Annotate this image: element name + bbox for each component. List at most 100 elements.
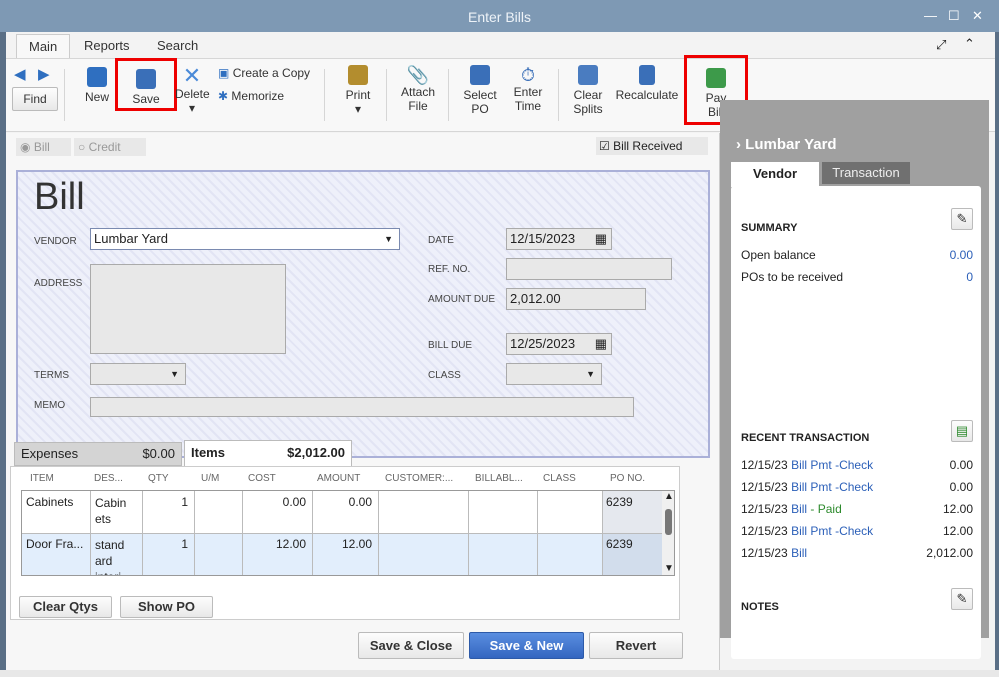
ref-no-field[interactable] <box>506 258 672 280</box>
attach-file-button[interactable]: 📎 Attach File <box>396 65 440 113</box>
edit-icon[interactable]: ✎ <box>951 208 973 230</box>
column-header: U/M <box>201 473 220 484</box>
transaction-row[interactable]: 12/15/23 Bill 2,012.00 <box>741 542 973 564</box>
calendar-icon[interactable]: ▦ <box>595 334 607 354</box>
recalculate-button[interactable]: Recalculate <box>614 65 680 102</box>
title-bar: Enter Bills <box>0 0 999 32</box>
column-header: PO NO. <box>610 473 646 484</box>
tab-search[interactable]: Search <box>145 34 210 58</box>
tab-reports[interactable]: Reports <box>72 34 142 58</box>
column-header: COST <box>248 473 276 484</box>
delete-button[interactable]: ✕ Delete ▾ <box>175 63 210 116</box>
transaction-row[interactable]: 12/15/23 Bill - Paid 12.00 <box>741 498 973 520</box>
window-title: Enter Bills <box>467 9 532 25</box>
clear-splits-button[interactable]: Clear Splits <box>568 65 608 116</box>
maximize-button[interactable]: ☐ <box>948 8 960 24</box>
calculator-icon <box>639 65 655 85</box>
edit-notes-icon[interactable]: ✎ <box>951 588 973 610</box>
column-header: BILLABL... <box>475 473 523 484</box>
bill-due-label: BILL DUE <box>428 340 473 351</box>
collapse-ribbon-icon[interactable]: ⌃ <box>964 36 975 52</box>
open-balance-row: Open balance 0.00 <box>741 244 973 266</box>
bill-form: Bill VENDOR Lumbar Yard ▼ ADDRESS TERMS ▼… <box>16 170 710 458</box>
new-icon <box>87 67 107 87</box>
class-label: CLASS <box>428 370 461 381</box>
tab-items[interactable]: Items $2,012.00 <box>184 440 352 467</box>
class-dropdown[interactable]: ▼ <box>506 363 602 385</box>
tab-expenses[interactable]: Expenses $0.00 <box>14 442 182 466</box>
amount-due-label: AMOUNT DUE <box>428 294 496 305</box>
clear-splits-icon <box>578 65 598 85</box>
pos-link[interactable]: 0 <box>966 266 973 288</box>
calendar-icon[interactable]: ▦ <box>595 229 607 249</box>
memorize-button[interactable]: ✱ Memorize <box>218 89 284 103</box>
column-header: CLASS <box>543 473 576 484</box>
clear-qtys-button[interactable]: Clear Qtys <box>19 596 112 618</box>
recent-transaction-heading: RECENT TRANSACTION <box>741 432 870 444</box>
open-balance-link[interactable]: 0.00 <box>950 244 973 266</box>
date-field[interactable]: 12/15/2023 ▦ <box>506 228 612 250</box>
memo-label: MEMO <box>34 400 66 411</box>
memo-field[interactable] <box>90 397 634 417</box>
select-po-button[interactable]: Select PO <box>460 65 500 116</box>
ref-no-label: REF. NO. <box>428 264 471 275</box>
credit-radio[interactable]: ○ Credit <box>74 138 146 156</box>
memorize-icon: ✱ <box>218 89 229 103</box>
back-arrow-icon[interactable]: ◀ <box>14 65 26 83</box>
pay-bill-icon <box>706 68 726 88</box>
grid-scrollbar[interactable]: ▲ ▼ <box>662 491 674 575</box>
date-label: DATE <box>428 235 454 246</box>
enter-time-button[interactable]: ⏱ Enter Time <box>508 65 548 113</box>
column-header: AMOUNT <box>317 473 361 484</box>
sidebar-vendor-name[interactable]: › Lumbar Yard <box>736 136 837 153</box>
vendor-info-card: SUMMARY ✎ Open balance 0.00 POs to be rec… <box>731 186 981 659</box>
expand-icon[interactable]: ⤢ <box>936 37 946 53</box>
vendor-label: VENDOR <box>34 236 77 247</box>
tab-main[interactable]: Main <box>16 34 71 58</box>
tab-vendor[interactable]: Vendor <box>731 162 819 187</box>
find-button[interactable]: Find <box>12 87 58 111</box>
terms-dropdown[interactable]: ▼ <box>90 363 186 385</box>
pos-row: POs to be received 0 <box>741 266 973 288</box>
notes-heading: NOTES <box>741 601 779 613</box>
column-header: QTY <box>148 473 169 484</box>
bill-due-field[interactable]: 12/25/2023 ▦ <box>506 333 612 355</box>
create-copy-button[interactable]: ▣ Create a Copy <box>218 66 310 80</box>
transaction-row[interactable]: 12/15/23 Bill Pmt -Check 0.00 <box>741 454 973 476</box>
paperclip-icon: 📎 <box>406 65 430 85</box>
address-field[interactable] <box>90 264 286 354</box>
scrollbar-thumb[interactable] <box>665 509 672 535</box>
vendor-dropdown[interactable]: Lumbar Yard ▼ <box>90 228 400 250</box>
new-button[interactable]: New <box>82 67 112 104</box>
revert-button[interactable]: Revert <box>589 632 683 659</box>
save-new-button[interactable]: Save & New <box>469 632 584 659</box>
tab-transaction[interactable]: Transaction <box>822 162 910 184</box>
copy-icon: ▣ <box>218 66 230 80</box>
terms-label: TERMS <box>34 370 69 381</box>
print-button[interactable]: Print ▾ <box>340 65 376 116</box>
address-label: ADDRESS <box>34 278 83 289</box>
print-icon <box>348 65 368 85</box>
amount-due-field[interactable]: 2,012.00 <box>506 288 646 310</box>
form-title: Bill <box>34 176 85 218</box>
column-header: ITEM <box>30 473 54 484</box>
minimize-button[interactable]: — <box>924 8 937 23</box>
bill-radio[interactable]: ◉ Bill <box>16 138 71 156</box>
stopwatch-icon: ⏱ <box>520 65 536 85</box>
report-icon[interactable]: ▤ <box>951 420 973 442</box>
transaction-row[interactable]: 12/15/23 Bill Pmt -Check 0.00 <box>741 476 973 498</box>
save-button[interactable]: Save <box>115 58 177 111</box>
show-po-button[interactable]: Show PO <box>120 596 213 618</box>
items-grid: ITEM DES... QTY U/M COST AMOUNT CUSTOMER… <box>16 465 680 576</box>
select-po-icon <box>470 65 490 85</box>
save-close-button[interactable]: Save & Close <box>358 632 464 659</box>
delete-icon: ✕ <box>182 63 202 88</box>
column-header: CUSTOMER:... <box>385 473 454 484</box>
summary-heading: SUMMARY <box>741 222 798 234</box>
transaction-row[interactable]: 12/15/23 Bill Pmt -Check 12.00 <box>741 520 973 542</box>
close-button[interactable]: ✕ <box>972 8 983 24</box>
forward-arrow-icon[interactable]: ▶ <box>38 65 50 83</box>
bill-received-checkbox[interactable]: ☑ Bill Received <box>596 137 708 155</box>
column-header: DES... <box>94 473 123 484</box>
save-icon <box>136 69 156 89</box>
